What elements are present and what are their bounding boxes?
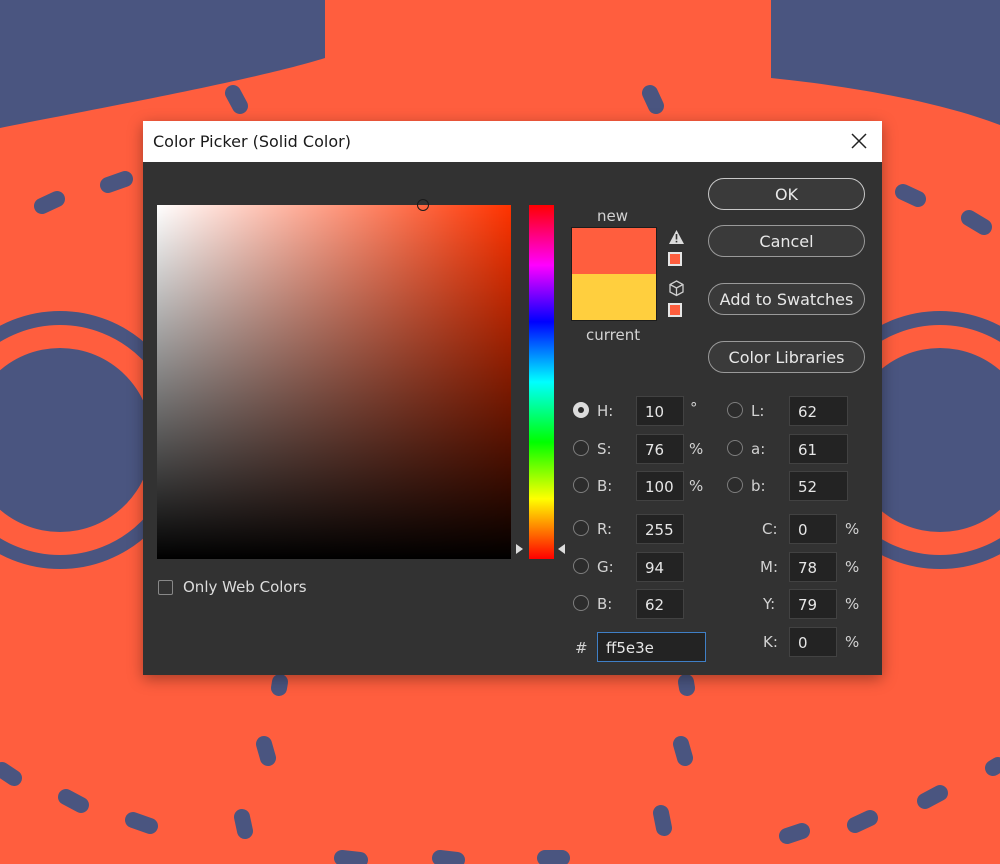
top-left-block [0,0,325,58]
cube-icon[interactable] [668,280,685,297]
top-left-curve [0,58,325,128]
cancel-button[interactable]: Cancel [708,225,865,257]
black-input[interactable]: 0 [789,627,837,657]
green-label: G: [597,558,614,576]
brightness-unit: % [689,477,704,495]
hue-slider-handle-left[interactable] [516,544,523,554]
dialog-title: Color Picker (Solid Color) [153,132,351,151]
cyan-label: C: [762,520,778,538]
color-picker-dialog: Color Picker (Solid Color) new current O… [143,121,882,675]
hue-slider-handle-right[interactable] [558,544,565,554]
yellow-input[interactable]: 79 [789,589,837,619]
red-label: R: [597,520,613,538]
saturation-unit: % [689,440,704,458]
magenta-label: M: [760,558,778,576]
magenta-input[interactable]: 78 [789,552,837,582]
web-safe-color-swatch[interactable] [668,303,682,317]
red-radio[interactable] [573,520,589,536]
blue-input[interactable]: 62 [636,589,684,619]
color-field-marker[interactable] [417,199,429,211]
cyan-input[interactable]: 0 [789,514,837,544]
left-eye [0,348,152,532]
hex-label: # [575,639,588,657]
yellow-label: Y: [763,595,776,613]
saturation-input[interactable]: 76 [636,434,684,464]
blue-radio[interactable] [573,595,589,611]
b-channel-input[interactable]: 52 [789,471,848,501]
color-field[interactable] [157,205,511,559]
yellow-unit: % [845,595,860,613]
a-channel-radio[interactable] [727,440,743,456]
top-right-block [771,0,1000,78]
ok-button[interactable]: OK [708,178,865,210]
a-channel-label: a: [751,440,766,458]
saturation-label: S: [597,440,612,458]
title-bar: Color Picker (Solid Color) [143,121,882,162]
only-web-colors-label: Only Web Colors [183,578,307,596]
a-channel-input[interactable]: 61 [789,434,848,464]
add-to-swatches-button[interactable]: Add to Swatches [708,283,865,315]
current-label: current [586,326,641,344]
cyan-unit: % [845,520,860,538]
brightness-label: B: [597,477,613,495]
close-icon[interactable] [848,130,870,152]
new-label: new [597,207,629,225]
lightness-label: L: [751,402,765,420]
black-label: K: [763,633,778,651]
warning-triangle-icon[interactable] [668,229,685,245]
lightness-radio[interactable] [727,402,743,418]
saturation-radio[interactable] [573,440,589,456]
green-radio[interactable] [573,558,589,574]
magenta-unit: % [845,558,860,576]
new-color-swatch [571,227,657,274]
black-unit: % [845,633,860,651]
green-input[interactable]: 94 [636,552,684,582]
b-channel-radio[interactable] [727,477,743,493]
top-right-curve [771,78,1000,125]
b-channel-label: b: [751,477,766,495]
only-web-colors-checkbox[interactable] [158,580,173,595]
hue-label: H: [597,402,614,420]
brightness-radio[interactable] [573,477,589,493]
red-input[interactable]: 255 [636,514,684,544]
lightness-input[interactable]: 62 [789,396,848,426]
blue-label: B: [597,595,613,613]
hue-input[interactable]: 10 [636,396,684,426]
gamut-color-swatch[interactable] [668,252,682,266]
hue-unit: ° [690,399,698,417]
hue-slider[interactable] [529,205,554,559]
brightness-input[interactable]: 100 [636,471,684,501]
color-libraries-button[interactable]: Color Libraries [708,341,865,373]
hue-radio[interactable] [573,402,589,418]
hex-input[interactable]: ff5e3e [597,632,706,662]
current-color-swatch[interactable] [571,274,657,321]
